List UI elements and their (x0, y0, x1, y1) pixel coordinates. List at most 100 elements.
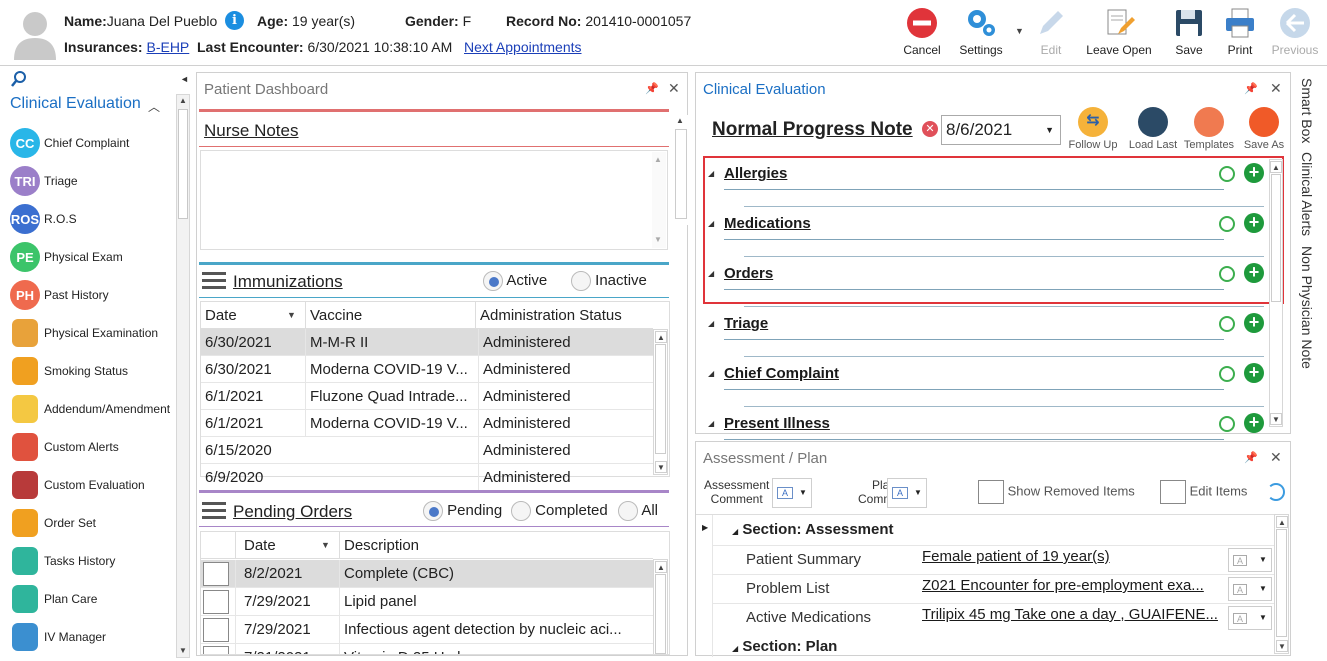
add-icon[interactable]: + (1244, 313, 1264, 333)
nav-item[interactable]: PE Physical Exam (10, 240, 123, 274)
table-row[interactable]: 6/1/2021 Fluzone Quad Intrade... Administe… (201, 383, 653, 410)
table-row[interactable]: 7/21/2021Vitamin D 25 Hydr... (201, 644, 653, 654)
settings-button[interactable]: Settings (949, 4, 1013, 62)
dashboard-scrollbar[interactable]: ▲ (674, 115, 688, 225)
insurance-link[interactable]: B-EHP (146, 39, 189, 55)
table-row[interactable]: 8/2/2021 Complete (CBC) (201, 560, 653, 588)
row-checkbox[interactable] (203, 562, 229, 586)
search-icon[interactable] (10, 70, 28, 88)
previous-button[interactable]: Previous (1263, 4, 1327, 62)
nav-collapse-chevron-icon[interactable]: ︿ (148, 98, 160, 115)
nav-item[interactable]: Physical Examination (10, 316, 158, 350)
table-row[interactable]: 6/30/2021 Moderna COVID-19 V... Administer… (201, 356, 653, 383)
table-row[interactable]: 6/9/2020 Administered (201, 464, 653, 491)
alarm-clock-icon[interactable] (1219, 416, 1235, 432)
nav-item[interactable]: CC Chief Complaint (10, 126, 129, 160)
add-icon[interactable]: + (1244, 363, 1264, 383)
nav-item[interactable]: Custom Evaluation (10, 468, 145, 502)
sort-icon[interactable]: ▼ (287, 302, 296, 329)
collapse-icon[interactable]: ◢ (708, 369, 714, 378)
note-section[interactable]: ◢ Chief Complaint + (704, 359, 1264, 409)
orders-all-radio[interactable]: All (618, 501, 658, 521)
table-row[interactable]: 7/29/2021 Infectious agent detection by n… (201, 616, 653, 644)
add-icon[interactable]: + (1244, 413, 1264, 433)
section-assessment[interactable]: ◢ Section: Assessment (732, 521, 894, 538)
row-checkbox[interactable] (203, 590, 229, 614)
plan-comment-button[interactable]: A ▼ (887, 478, 927, 508)
refresh-icon[interactable] (1267, 483, 1285, 501)
table-row[interactable]: 6/1/2021 Moderna COVID-19 V... Administere… (201, 410, 653, 437)
assessment-scrollbar[interactable]: ▲ ▼ (1274, 514, 1289, 654)
orders-pending-radio[interactable]: Pending (423, 501, 502, 521)
section-heading[interactable]: Chief Complaint (724, 365, 839, 382)
row-checkbox[interactable] (203, 618, 229, 642)
nav-item[interactable]: ROS R.O.S (10, 202, 77, 236)
table-row[interactable]: 7/29/2021 Lipid panel (201, 588, 653, 616)
nav-scrollbar[interactable]: ▲ ▼ (176, 94, 190, 658)
remove-note-icon[interactable]: ✕ (922, 121, 938, 137)
cancel-button[interactable]: Cancel (890, 4, 954, 62)
table-row[interactable]: 6/15/2020 Administered (201, 437, 653, 464)
nav-item[interactable]: Tasks History (10, 544, 115, 578)
close-icon[interactable]: ✕ (668, 80, 680, 97)
leave-open-button[interactable]: Leave Open (1083, 4, 1155, 62)
section-heading[interactable]: Triage (724, 315, 768, 332)
row-checkbox[interactable] (203, 646, 229, 654)
templates-button[interactable]: Templates (1182, 107, 1236, 151)
immunizations-active-radio[interactable]: Active (483, 271, 547, 291)
show-removed-items-checkbox[interactable]: Show Removed Items (978, 480, 1135, 504)
column-header-vaccine[interactable]: Vaccine (305, 302, 475, 329)
row-value-link[interactable]: Trilipix 45 mg Take one a day , GUAIFENE… (922, 606, 1222, 623)
row-format-dropdown[interactable]: A ▼ (1228, 577, 1272, 601)
nurse-notes-text[interactable]: ▲ ▼ (200, 150, 668, 250)
clinical-alerts-tab[interactable]: Clinical Alerts (1299, 152, 1315, 236)
menu-icon[interactable] (202, 502, 226, 520)
alarm-clock-icon[interactable] (1219, 316, 1235, 332)
collapse-icon[interactable]: ◢ (708, 419, 714, 428)
menu-icon[interactable] (202, 272, 226, 290)
nav-item[interactable]: IV Manager (10, 620, 106, 654)
nav-item[interactable]: TRI Triage (10, 164, 78, 198)
pin-icon[interactable]: 📌 (645, 82, 659, 95)
collapse-nav-icon[interactable]: ◄ (180, 74, 189, 84)
nav-item[interactable]: Smoking Status (10, 354, 128, 388)
column-header-date[interactable]: Date (205, 302, 237, 329)
sections-scrollbar[interactable]: ▲ ▼ (1269, 159, 1283, 427)
orders-completed-radio[interactable]: Completed (511, 501, 608, 521)
close-icon[interactable]: ✕ (1270, 80, 1282, 97)
load-last-button[interactable]: Load Last (1126, 107, 1180, 151)
pin-icon[interactable]: 📌 (1244, 82, 1258, 95)
edit-items-checkbox[interactable]: Edit Items (1160, 480, 1247, 504)
immunizations-inactive-radio[interactable]: Inactive (571, 271, 647, 291)
nav-item[interactable]: Addendum/Amendment (10, 392, 170, 426)
nav-item[interactable]: PH Past History (10, 278, 109, 312)
sort-icon[interactable]: ▼ (321, 532, 330, 559)
expand-row-icon[interactable]: ▶ (702, 523, 708, 532)
pin-icon[interactable]: 📌 (1244, 451, 1258, 464)
next-appointments-link[interactable]: Next Appointments (464, 39, 582, 55)
collapse-icon[interactable]: ◢ (708, 319, 714, 328)
row-format-dropdown[interactable]: A ▼ (1228, 606, 1272, 630)
nav-item[interactable]: Custom Alerts (10, 430, 119, 464)
smart-box-tab[interactable]: Smart Box (1299, 78, 1315, 143)
nav-item[interactable]: Plan Care (10, 582, 97, 616)
note-section[interactable]: ◢ Triage + (704, 309, 1264, 359)
section-heading[interactable]: Present Illness (724, 415, 830, 432)
row-format-dropdown[interactable]: A ▼ (1228, 548, 1272, 572)
info-icon[interactable]: i (225, 11, 244, 30)
table-row[interactable]: 6/30/2021 M-M-R II Administered (201, 329, 653, 356)
alarm-clock-icon[interactable] (1219, 366, 1235, 382)
follow-up-button[interactable]: ⇆ Follow Up (1066, 107, 1120, 151)
edit-button[interactable]: Edit (1019, 4, 1083, 62)
column-header-description[interactable]: Description (339, 532, 653, 559)
save-as-button[interactable]: Save As (1238, 107, 1290, 151)
row-value-link[interactable]: Z021 Encounter for pre-employment exa... (922, 577, 1222, 594)
orders-scrollbar[interactable]: ▲ (653, 559, 668, 654)
non-physician-note-tab[interactable]: Non Physician Note (1299, 246, 1315, 369)
immunizations-scrollbar[interactable]: ▲ ▼ (653, 329, 668, 475)
assessment-comment-button[interactable]: A ▼ (772, 478, 812, 508)
column-header-status[interactable]: Administration Status (475, 302, 653, 329)
close-icon[interactable]: ✕ (1270, 449, 1282, 466)
row-value-link[interactable]: Female patient of 19 year(s) (922, 548, 1222, 565)
section-plan[interactable]: ◢ Section: Plan (732, 638, 837, 655)
